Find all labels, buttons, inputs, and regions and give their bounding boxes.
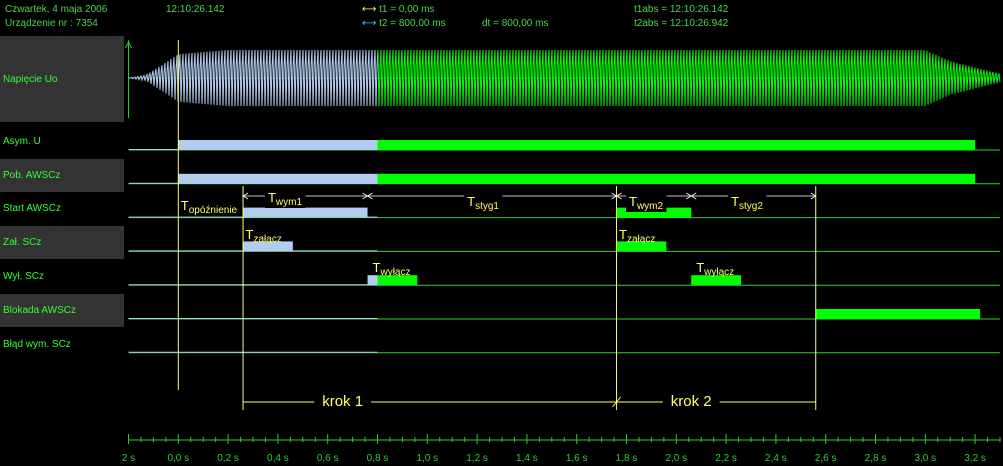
time-tick-label: 2,0 s — [665, 453, 687, 464]
timing-chart: TopóźnienieTwym1 Tstyg1 Twym2 Tstyg2Tzałącz… — [122, 40, 1001, 464]
time-tick-label: 2,6 s — [815, 453, 837, 464]
channel-pulse — [367, 275, 378, 286]
channel-pulse — [377, 173, 976, 184]
channel-pulse — [243, 207, 368, 218]
channel-pulse — [178, 140, 378, 150]
time-tick-label: 0,4 s — [267, 453, 289, 464]
time-tick-label: 3,0 s — [914, 453, 936, 464]
time-tick-label: 0,2 s — [217, 453, 239, 464]
channel-pulse — [815, 309, 981, 319]
time-tick-label: 1,6 s — [566, 453, 588, 464]
analog-signal-before-t2 — [128, 49, 379, 107]
annotation-label: Topóźnienie — [181, 198, 238, 216]
step-label-1: krok 1 — [322, 393, 363, 410]
analog-signal-after-t2 — [377, 49, 1001, 107]
time-tick-label: 2,2 s — [715, 453, 737, 464]
channel-pulse — [178, 173, 378, 184]
time-tick-label: 0,6 s — [317, 453, 339, 464]
time-tick-label: 2,8 s — [865, 453, 887, 464]
time-tick-label: 1,8 s — [616, 453, 638, 464]
time-tick-label: 1,2 s — [466, 453, 488, 464]
time-tick-label: 0,0 s — [167, 453, 189, 464]
step-label-2: krok 2 — [671, 393, 712, 410]
time-tick-label: 1,0 s — [416, 453, 438, 464]
time-tick-label: 2,4 s — [765, 453, 787, 464]
time-tick-label: 1,4 s — [516, 453, 538, 464]
time-tick-label: 2 s — [122, 453, 135, 464]
channel-pulse — [377, 140, 976, 150]
time-tick-label: 3,2 s — [964, 453, 986, 464]
time-tick-label: 0,8 s — [367, 453, 389, 464]
